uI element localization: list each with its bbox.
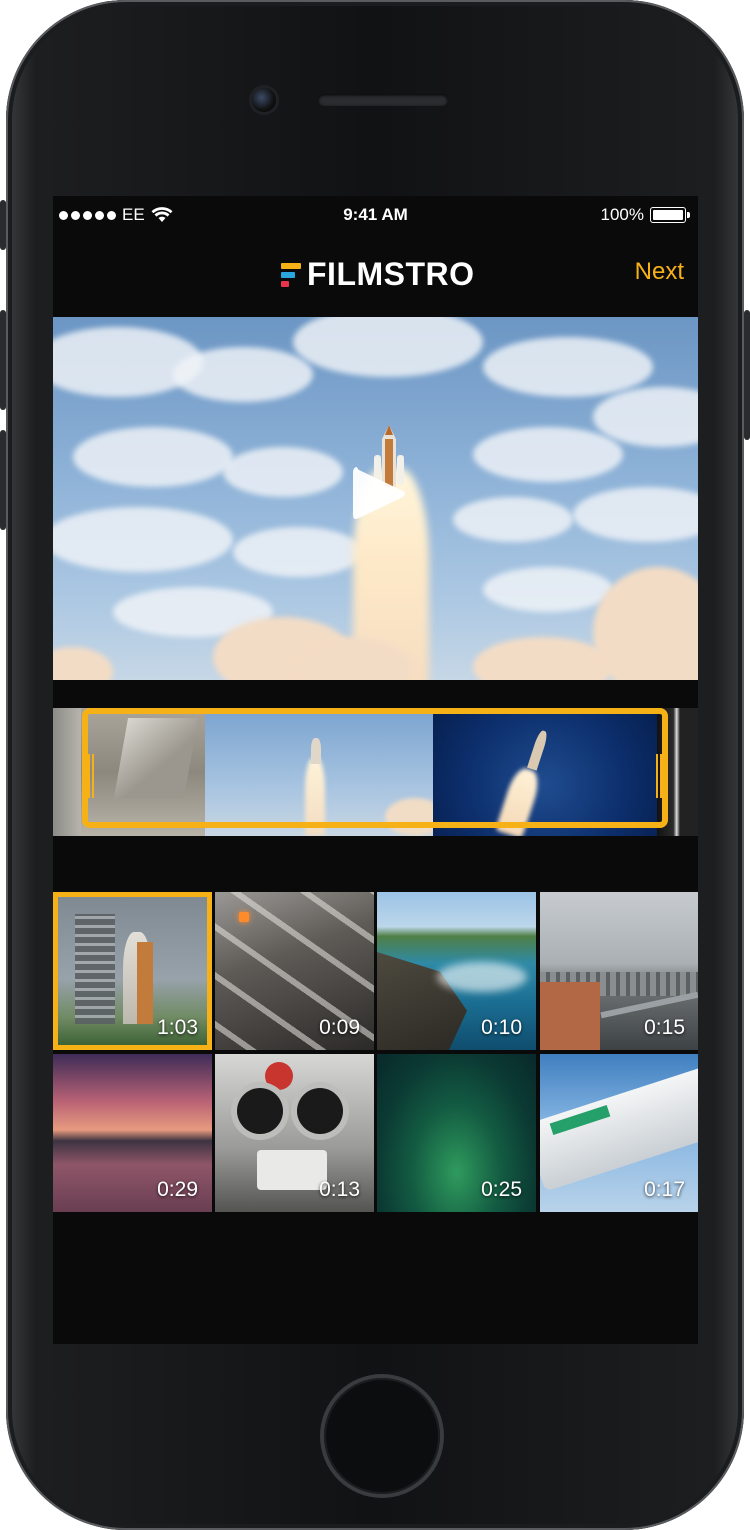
earpiece-speaker (318, 94, 448, 106)
clip-duration: 0:10 (481, 1016, 522, 1039)
clip-thumbnail[interactable]: 0:15 (540, 892, 698, 1050)
clip-library-grid: 1:03 0:09 0:10 0:15 0:29 0:13 0:25 0:17 (53, 892, 698, 1212)
trimmer-frame (53, 708, 81, 836)
trim-end-handle[interactable] (656, 754, 662, 798)
trim-start-handle[interactable] (88, 754, 94, 798)
clip-duration: 0:29 (157, 1178, 198, 1201)
clip-thumbnail[interactable]: 1:03 (53, 892, 212, 1050)
clip-duration: 0:15 (644, 1016, 685, 1039)
clip-thumbnail[interactable]: 0:09 (215, 892, 374, 1050)
volume-up-button (0, 310, 6, 410)
logo-mark-icon (281, 261, 301, 289)
clip-thumbnail[interactable]: 0:13 (215, 1054, 374, 1212)
home-button[interactable] (324, 1378, 440, 1494)
status-bar: EE 9:41 AM 100% (53, 196, 698, 236)
clip-trimmer[interactable] (53, 708, 698, 836)
trim-selection-frame[interactable] (82, 708, 668, 828)
clip-duration: 0:25 (481, 1178, 522, 1201)
play-icon[interactable] (351, 463, 407, 525)
clip-duration: 1:03 (157, 1016, 198, 1039)
clip-duration: 0:13 (319, 1178, 360, 1201)
volume-down-button (0, 430, 6, 530)
clip-thumbnail[interactable]: 0:17 (540, 1054, 698, 1212)
logo-wordmark: FILMSTRO (307, 256, 475, 292)
video-preview[interactable] (53, 317, 698, 680)
front-camera (252, 88, 276, 112)
next-button[interactable]: Next (635, 258, 684, 286)
filmstro-logo: FILMSTRO (281, 256, 475, 293)
power-button (744, 310, 750, 440)
clip-thumbnail[interactable]: 0:25 (377, 1054, 536, 1212)
clip-duration: 0:09 (319, 1016, 360, 1039)
clip-thumbnail[interactable]: 0:29 (53, 1054, 212, 1212)
navigation-bar: FILMSTRO Next (53, 236, 698, 316)
app-screen: EE 9:41 AM 100% FILMSTRO Next 1:03 0:09 … (53, 196, 698, 1344)
mute-switch (0, 200, 6, 250)
battery-icon (650, 207, 690, 223)
clip-thumbnail[interactable]: 0:10 (377, 892, 536, 1050)
clip-duration: 0:17 (644, 1178, 685, 1201)
battery-percent: 100% (600, 205, 644, 224)
